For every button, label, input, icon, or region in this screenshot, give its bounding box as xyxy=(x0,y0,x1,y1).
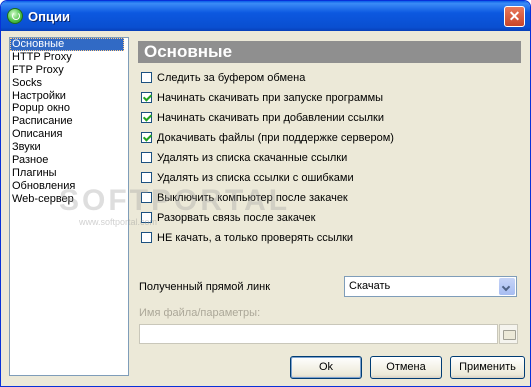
watermark: SOFTPORTAL xyxy=(59,184,291,217)
close-button[interactable]: ✕ xyxy=(504,6,525,27)
file-params-label: Имя файла/параметры: xyxy=(139,307,261,319)
nav-item-socks[interactable]: Socks xyxy=(10,77,128,90)
nav-item-http-proxy[interactable]: HTTP Proxy xyxy=(10,51,128,64)
nav-item-plugins[interactable]: Плагины xyxy=(10,167,128,180)
checkbox[interactable] xyxy=(141,132,152,143)
option-label: НЕ качать, а только проверять ссылки xyxy=(157,232,354,244)
checkbox[interactable] xyxy=(141,172,152,183)
nav-item-sounds[interactable]: Звуки xyxy=(10,141,128,154)
title-bar[interactable]: Опции ✕ xyxy=(1,1,530,31)
option-label: Начинать скачивать при добавлении ссылки xyxy=(157,112,385,124)
nav-item-settings[interactable]: Настройки xyxy=(10,90,128,103)
window-title: Опции xyxy=(28,9,70,24)
checkbox[interactable] xyxy=(141,92,152,103)
options-window: Опции ✕ Основные HTTP Proxy FTP Proxy So… xyxy=(0,0,531,387)
checkbox[interactable] xyxy=(141,72,152,83)
checkbox[interactable] xyxy=(141,232,152,243)
apply-button[interactable]: Применить xyxy=(450,356,525,379)
nav-item-misc[interactable]: Разное xyxy=(10,154,128,167)
folder-icon[interactable] xyxy=(499,324,518,344)
panel-header: Основные xyxy=(138,41,521,63)
nav-item-descriptions[interactable]: Описания xyxy=(10,128,128,141)
option-label: Удалять из списка скачанные ссылки xyxy=(157,152,348,164)
option-label: Следить за буфером обмена xyxy=(157,72,306,84)
direct-link-label: Полученный прямой линк xyxy=(139,281,271,293)
cancel-button[interactable]: Отмена xyxy=(370,356,442,379)
ok-button[interactable]: Ok xyxy=(290,356,362,379)
checkbox[interactable] xyxy=(141,112,152,123)
nav-item-main[interactable]: Основные xyxy=(10,38,124,51)
nav-item-popup[interactable]: Popup окно xyxy=(10,102,128,115)
option-label: Начинать скачивать при запуске программы xyxy=(157,92,384,104)
option-label: Докачивать файлы (при поддержке сервером… xyxy=(157,132,394,144)
nav-item-ftp-proxy[interactable]: FTP Proxy xyxy=(10,64,128,77)
checkbox[interactable] xyxy=(141,152,152,163)
nav-item-schedule[interactable]: Расписание xyxy=(10,115,128,128)
direct-link-select[interactable]: Скачать xyxy=(344,276,517,297)
file-params-input[interactable] xyxy=(139,324,498,344)
app-icon xyxy=(7,8,23,24)
chevron-down-icon[interactable] xyxy=(499,278,515,295)
direct-link-value: Скачать xyxy=(349,280,391,292)
watermark-url: www.softportal.com xyxy=(79,217,158,227)
